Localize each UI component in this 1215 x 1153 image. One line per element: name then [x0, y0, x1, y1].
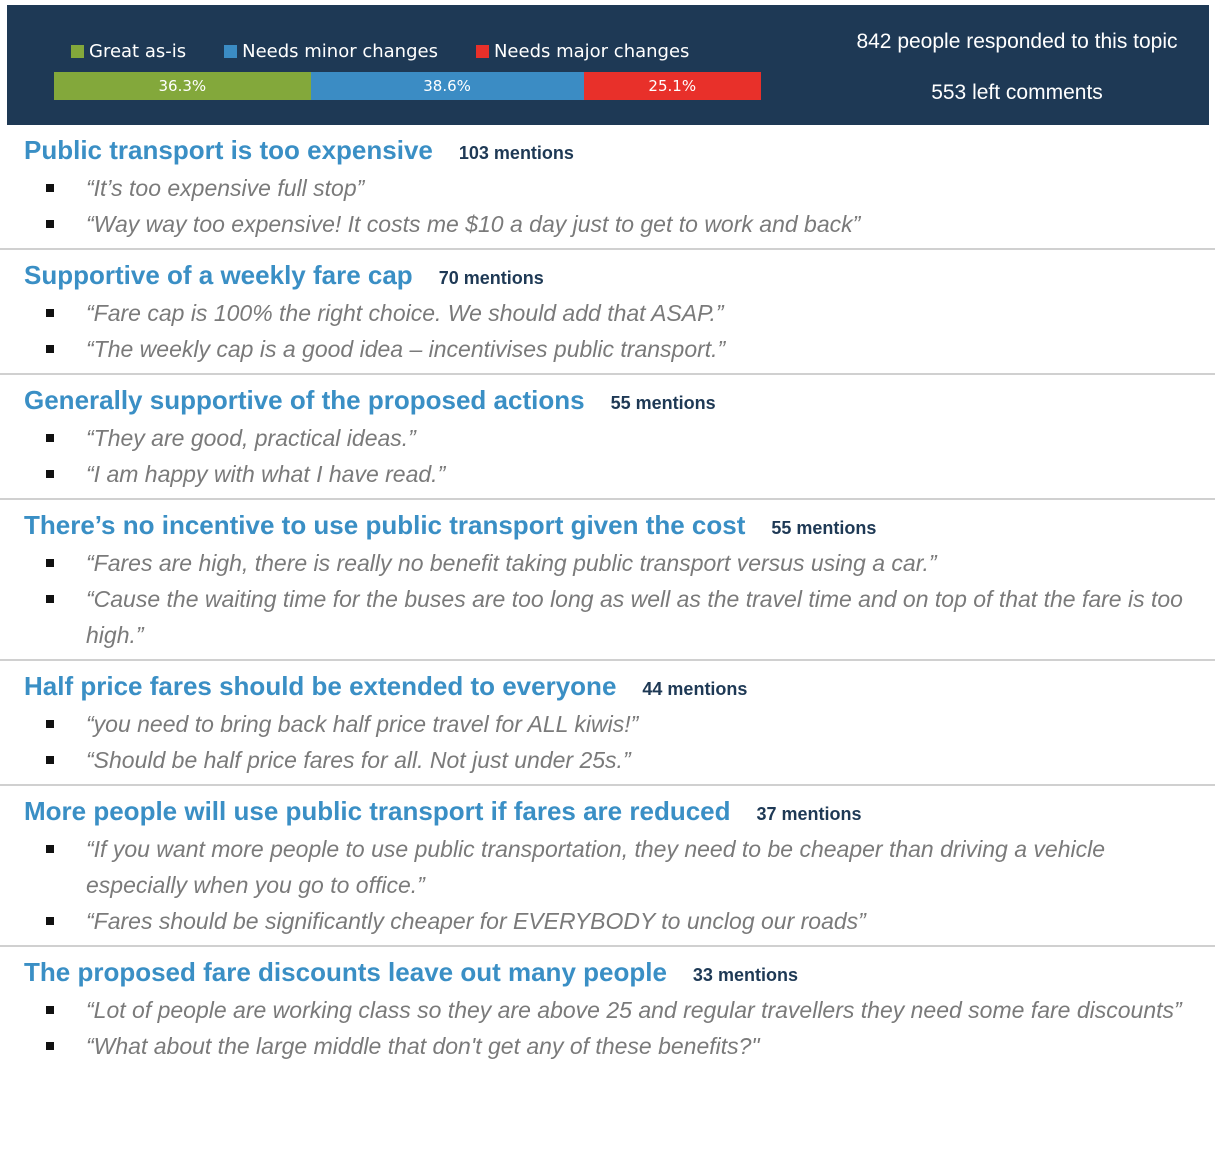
- quote-text: “Fares should be significantly cheaper f…: [86, 908, 866, 934]
- quote-item: “Should be half price fares for all. Not…: [0, 742, 1215, 778]
- topic-list: Public transport is too expensive 103 men…: [0, 125, 1215, 1070]
- legend-item-great: Great as-is: [71, 41, 186, 62]
- topic-section: More people will use public transport if…: [0, 786, 1215, 947]
- topic-title: Public transport is too expensive: [24, 135, 433, 165]
- quote-list: “Lot of people are working class so they…: [0, 992, 1215, 1064]
- topic-title: The proposed fare discounts leave out ma…: [24, 957, 667, 987]
- quote-text: “The weekly cap is a good idea – incenti…: [86, 336, 726, 362]
- bar-segment-major: 25.1%: [583, 72, 761, 100]
- quote-item: “Fares are high, there is really no bene…: [0, 545, 1215, 581]
- summary-header: Great as-is Needs minor changes Needs ma…: [7, 5, 1209, 125]
- legend-swatch-major: [475, 44, 489, 58]
- quote-text: “Lot of people are working class so they…: [86, 997, 1182, 1023]
- square-bullet-icon: [46, 595, 54, 603]
- response-stacked-bar: 36.3% 38.6% 25.1%: [54, 72, 761, 100]
- square-bullet-icon: [46, 345, 54, 353]
- square-bullet-icon: [46, 309, 54, 317]
- square-bullet-icon: [46, 1042, 54, 1050]
- bar-segment-great: 36.3%: [54, 72, 311, 100]
- topic-section: There’s no incentive to use public trans…: [0, 500, 1215, 661]
- quote-item: “The weekly cap is a good idea – incenti…: [0, 331, 1215, 367]
- square-bullet-icon: [46, 470, 54, 478]
- quote-item: “Fare cap is 100% the right choice. We s…: [0, 295, 1215, 331]
- quote-list: “Fares are high, there is really no bene…: [0, 545, 1215, 653]
- legend-item-minor: Needs minor changes: [224, 41, 438, 62]
- quote-item: “It’s too expensive full stop”: [0, 170, 1215, 206]
- quote-list: “They are good, practical ideas.” “I am h…: [0, 420, 1215, 492]
- square-bullet-icon: [46, 917, 54, 925]
- quote-list: “If you want more people to use public t…: [0, 831, 1215, 939]
- topic-section: Supportive of a weekly fare cap 70 mentio…: [0, 250, 1215, 375]
- topic-title: There’s no incentive to use public trans…: [24, 510, 746, 540]
- comment-count: 553 left comments: [931, 81, 1103, 104]
- topic-header: Public transport is too expensive 103 men…: [24, 135, 1215, 166]
- square-bullet-icon: [46, 720, 54, 728]
- quote-item: “you need to bring back half price trave…: [0, 706, 1215, 742]
- quote-text: “If you want more people to use public t…: [86, 836, 1106, 898]
- topic-section: The proposed fare discounts leave out ma…: [0, 947, 1215, 1070]
- quote-item: “Cause the waiting time for the buses ar…: [0, 581, 1215, 653]
- topic-header: Supportive of a weekly fare cap 70 mentio…: [24, 260, 1215, 291]
- legend-swatch-great: [71, 44, 84, 58]
- square-bullet-icon: [46, 756, 54, 764]
- topic-title: Generally supportive of the proposed act…: [24, 385, 585, 415]
- quote-text: “What about the large middle that don't …: [86, 1033, 760, 1059]
- topic-header: Generally supportive of the proposed act…: [24, 385, 1215, 416]
- mention-count: 55 mentions: [771, 518, 877, 538]
- square-bullet-icon: [46, 184, 54, 192]
- topic-title: More people will use public transport if…: [24, 796, 731, 826]
- square-bullet-icon: [46, 434, 54, 442]
- mention-count: 103 mentions: [458, 143, 574, 163]
- topic-header: The proposed fare discounts leave out ma…: [24, 957, 1215, 988]
- topic-section: Public transport is too expensive 103 men…: [0, 125, 1215, 250]
- quote-text: “Way way too expensive! It costs me $10 …: [86, 211, 861, 237]
- topic-section: Generally supportive of the proposed act…: [0, 375, 1215, 500]
- square-bullet-icon: [46, 220, 54, 228]
- square-bullet-icon: [46, 845, 54, 853]
- topic-header: There’s no incentive to use public trans…: [24, 510, 1215, 541]
- square-bullet-icon: [46, 559, 54, 567]
- topic-title: Half price fares should be extended to e…: [24, 671, 617, 701]
- quote-list: “It’s too expensive full stop” “Way way t…: [0, 170, 1215, 242]
- bar-segment-minor: 38.6%: [310, 72, 584, 100]
- mention-count: 37 mentions: [756, 804, 862, 824]
- quote-text: “you need to bring back half price trave…: [86, 711, 639, 737]
- respondent-count: 842 people responded to this topic: [856, 30, 1178, 53]
- legend-label-major: Needs major changes: [493, 40, 690, 62]
- quote-list: “you need to bring back half price trave…: [0, 706, 1215, 778]
- mention-count: 70 mentions: [438, 268, 544, 288]
- quote-item: “Fares should be significantly cheaper f…: [0, 903, 1215, 939]
- mention-count: 33 mentions: [692, 965, 798, 985]
- quote-item: “Lot of people are working class so they…: [0, 992, 1215, 1028]
- quote-text: “Should be half price fares for all. Not…: [86, 747, 631, 773]
- legend-label-minor: Needs minor changes: [242, 40, 438, 62]
- topic-section: Half price fares should be extended to e…: [0, 661, 1215, 786]
- legend: Great as-is Needs minor changes Needs ma…: [71, 39, 689, 63]
- quote-item: “I am happy with what I have read.”: [0, 456, 1215, 492]
- legend-swatch-minor: [224, 44, 238, 58]
- quote-text: “Cause the waiting time for the buses ar…: [86, 586, 1183, 648]
- legend-item-major: Needs major changes: [475, 40, 690, 62]
- legend-label-great: Great as-is: [89, 40, 187, 62]
- quote-item: “Way way too expensive! It costs me $10 …: [0, 206, 1215, 242]
- quote-text: “I am happy with what I have read.”: [86, 461, 446, 487]
- mention-count: 44 mentions: [642, 679, 748, 699]
- quote-text: “It’s too expensive full stop”: [86, 175, 365, 201]
- topic-title: Supportive of a weekly fare cap: [24, 260, 413, 290]
- quote-text: “Fares are high, there is really no bene…: [86, 550, 937, 576]
- quote-text: “Fare cap is 100% the right choice. We s…: [86, 300, 724, 326]
- quote-item: “They are good, practical ideas.”: [0, 420, 1215, 456]
- quote-item: “What about the large middle that don't …: [0, 1028, 1215, 1064]
- mention-count: 55 mentions: [610, 393, 716, 413]
- square-bullet-icon: [46, 1006, 54, 1014]
- quote-list: “Fare cap is 100% the right choice. We s…: [0, 295, 1215, 367]
- quote-text: “They are good, practical ideas.”: [86, 425, 416, 451]
- quote-item: “If you want more people to use public t…: [0, 831, 1215, 903]
- topic-header: More people will use public transport if…: [24, 796, 1215, 827]
- topic-header: Half price fares should be extended to e…: [24, 671, 1215, 702]
